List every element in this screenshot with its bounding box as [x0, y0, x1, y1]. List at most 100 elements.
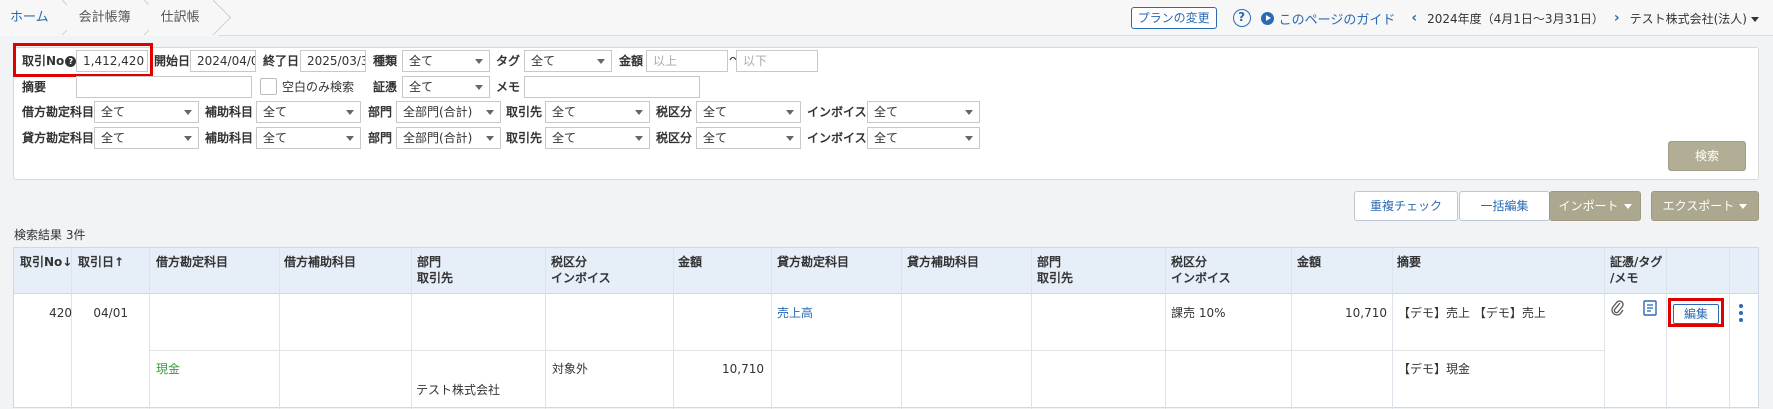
divider — [279, 248, 280, 409]
tag-label: タグ — [496, 54, 521, 68]
divider — [673, 248, 674, 409]
more-menu-icon[interactable] — [1739, 304, 1743, 322]
dr-amount-cell: 10,710 — [722, 362, 764, 376]
import-button[interactable]: インポート — [1549, 191, 1641, 221]
debit-sub-select[interactable]: 全て — [256, 101, 361, 123]
memo-label: メモ — [496, 80, 521, 94]
evidence-label: 証憑 — [373, 80, 398, 94]
debit-invoice-label: インボイス — [807, 105, 867, 119]
debit-sub-label: 補助科目 — [205, 105, 254, 119]
credit-partner-select[interactable]: 全て — [545, 127, 650, 149]
debit-invoice-select[interactable]: 全て — [867, 101, 980, 123]
dr-account-cell[interactable]: 現金 — [156, 361, 180, 377]
col-cr-account: 貸方勘定科目 — [777, 255, 850, 269]
fiscal-year: 2024年度（4月1日〜3月31日） — [1427, 11, 1604, 26]
debit-account-select[interactable]: 全て — [94, 101, 199, 123]
memo-input[interactable] — [524, 76, 700, 98]
txn-date-cell: 04/01 — [93, 306, 128, 320]
search-button[interactable]: 検索 — [1668, 141, 1746, 171]
col-dr-account: 借方勘定科目 — [156, 255, 229, 269]
export-label: エクスポート — [1662, 199, 1735, 213]
end-date-input[interactable]: 2025/03/31 — [300, 50, 366, 72]
col-cr-dept: 部門 取引先 — [1037, 255, 1074, 285]
start-date-label: 開始日 — [154, 54, 191, 68]
cr-account-cell[interactable]: 売上高 — [777, 305, 813, 321]
txn-no-cell: 420 — [49, 306, 72, 320]
divider — [1604, 248, 1605, 409]
row-separator — [149, 350, 1604, 351]
cr-tax-cell: 課売 10% — [1171, 306, 1226, 320]
amount-min-input[interactable]: 以上 — [646, 50, 728, 72]
divider — [1392, 248, 1393, 409]
company-selector[interactable]: テスト株式会社(法人) — [1630, 10, 1759, 27]
page-guide-label: このページのガイド — [1278, 12, 1396, 28]
debit-dept-select[interactable]: 全部門(合計) — [396, 101, 501, 123]
cr-amount-cell: 10,710 — [1345, 306, 1387, 320]
plan-change-button[interactable]: プランの変更 — [1130, 7, 1217, 29]
col-dr-amount: 金額 — [678, 255, 703, 269]
journal-table: 取引No↓ 取引日↑ 借方勘定科目 借方補助科目 部門 取引先 税区分 インボイス … — [13, 247, 1759, 409]
end-date-label: 終了日 — [263, 54, 300, 68]
summary-cell: 【デモ】売上 【デモ】売上 — [1398, 306, 1546, 320]
tag-select[interactable]: 全て — [524, 50, 612, 72]
summary-input[interactable] — [76, 76, 252, 98]
breadcrumb-books[interactable]: 会計帳簿 — [66, 0, 149, 36]
credit-dept-label: 部門 — [368, 131, 393, 145]
credit-tax-select[interactable]: 全て — [696, 127, 801, 149]
kind-select[interactable]: 全て — [402, 50, 490, 72]
divider — [71, 248, 72, 409]
duplicate-check-button[interactable]: 重複チェック — [1354, 191, 1458, 221]
caret-down-icon — [1623, 204, 1632, 209]
credit-dept-select[interactable]: 全部門(合計) — [396, 127, 501, 149]
paperclip-icon[interactable] — [1611, 300, 1625, 316]
col-dr-tax: 税区分 インボイス — [551, 255, 611, 285]
credit-account-select[interactable]: 全て — [94, 127, 199, 149]
result-count: 検索結果 3件 — [14, 228, 86, 242]
empty-only-label: 空白のみ検索 — [282, 80, 355, 94]
next-year-icon[interactable]: › — [1614, 10, 1620, 26]
col-dr-dept: 部門 取引先 — [417, 255, 454, 285]
kind-label: 種類 — [373, 54, 398, 68]
summary-label: 摘要 — [22, 80, 47, 94]
breadcrumb-journal: 仕訳帳 — [148, 0, 218, 36]
dr-tax-cell: 対象外 — [552, 362, 589, 376]
divider — [901, 248, 902, 409]
col-txn-no[interactable]: 取引No↓ — [20, 254, 72, 270]
col-cr-amount: 金額 — [1297, 255, 1322, 269]
breadcrumb: ホーム 会計帳簿 仕訳帳 — [0, 0, 218, 36]
play-circle-icon — [1260, 11, 1274, 25]
debit-partner-select[interactable]: 全て — [545, 101, 650, 123]
export-button[interactable]: エクスポート — [1651, 191, 1759, 221]
bulk-edit-button[interactable]: 一括編集 — [1459, 191, 1550, 221]
divider — [545, 248, 546, 409]
amount-max-input[interactable]: 以下 — [736, 50, 818, 72]
caret-down-icon — [1751, 16, 1759, 22]
empty-only-checkbox[interactable] — [260, 78, 277, 95]
breadcrumb-home[interactable]: ホーム — [0, 0, 67, 36]
credit-sub-label: 補助科目 — [205, 131, 254, 145]
divider — [1666, 248, 1667, 409]
credit-partner-label: 取引先 — [506, 131, 543, 145]
table-header: 取引No↓ 取引日↑ 借方勘定科目 借方補助科目 部門 取引先 税区分 インボイス … — [14, 248, 1758, 294]
col-txn-date[interactable]: 取引日↑ — [78, 254, 124, 270]
search-panel: 取引No? 1,412,420 開始日 2024/04/01 終了日 2025/… — [13, 43, 1759, 180]
page-guide-link[interactable]: このページのガイド — [1260, 9, 1396, 28]
divider — [771, 248, 772, 409]
divider — [1291, 248, 1292, 409]
col-dr-sub: 借方補助科目 — [284, 255, 357, 269]
col-summary: 摘要 — [1397, 255, 1422, 269]
debit-tax-select[interactable]: 全て — [696, 101, 801, 123]
col-cr-sub: 貸方補助科目 — [907, 255, 980, 269]
credit-account-label: 貸方勘定科目 — [22, 131, 95, 145]
start-date-input[interactable]: 2024/04/01 — [190, 50, 256, 72]
evidence-select[interactable]: 全て — [402, 76, 490, 98]
credit-invoice-label: インボイス — [807, 131, 867, 145]
prev-year-icon[interactable]: ‹ — [1411, 10, 1417, 26]
help-icon[interactable]: ? — [1232, 9, 1251, 27]
divider — [149, 248, 150, 409]
divider — [1165, 248, 1166, 409]
memo-icon[interactable] — [1643, 300, 1657, 316]
credit-invoice-select[interactable]: 全て — [867, 127, 980, 149]
col-evidence: 証憑/タグ/メモ — [1610, 255, 1663, 285]
credit-sub-select[interactable]: 全て — [256, 127, 361, 149]
